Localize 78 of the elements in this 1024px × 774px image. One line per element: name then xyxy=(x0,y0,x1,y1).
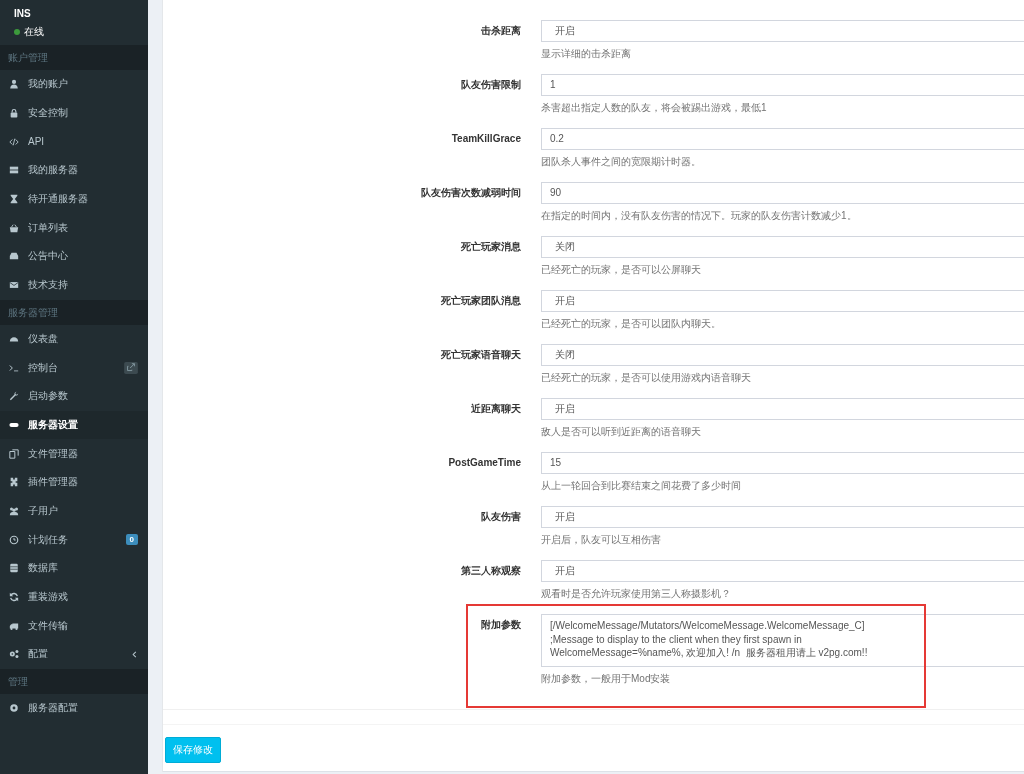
field-hint: 已经死亡的玩家，是否可以使用游戏内语音聊天 xyxy=(541,371,752,385)
field-hint: 团队杀人事件之间的宽限期计时器。 xyxy=(541,155,702,169)
select-field[interactable]: 开启 xyxy=(541,560,1024,582)
user-icon xyxy=(9,79,19,90)
sidebar-item[interactable]: 仪表盘 xyxy=(0,324,148,354)
sidebar-item[interactable]: 重装游戏 xyxy=(0,582,148,612)
sidebar-item[interactable]: 子用户 xyxy=(0,496,148,526)
count-badge: 0 xyxy=(125,534,138,546)
refresh-icon xyxy=(9,592,19,603)
input-field[interactable]: 90 xyxy=(541,182,1024,204)
user-name: INS xyxy=(14,8,32,20)
field-hint: 杀害超出指定人数的队友，将会被踢出游戏，最低1 xyxy=(541,101,768,115)
sidebar-section-header: 服务器管理 xyxy=(0,299,148,325)
field-label: 第三人称观察 xyxy=(460,564,522,578)
sidebar-item[interactable]: 订单列表 xyxy=(0,213,148,243)
field-hint: 已经死亡的玩家，是否可以团队内聊天。 xyxy=(541,317,722,331)
select-field[interactable]: 关闭 xyxy=(541,344,1024,366)
select-field[interactable]: 开启 xyxy=(541,20,1024,42)
sidebar-section-header: 管理 xyxy=(0,668,148,694)
sidebar-item[interactable]: 技术支持 xyxy=(0,270,148,300)
envelope-icon xyxy=(9,280,19,291)
code-icon xyxy=(9,136,19,147)
field-label: 附加参数 xyxy=(480,618,522,632)
sidebar-item[interactable]: 服务器配置 xyxy=(0,693,148,723)
database-icon xyxy=(9,563,19,574)
sidebar-item[interactable]: 控制台 xyxy=(0,353,148,382)
field-label: PostGameTime xyxy=(447,456,522,470)
field-label: TeamKillGrace xyxy=(450,132,522,146)
sidebar-item[interactable]: 数据库 xyxy=(0,554,148,583)
sidebar-item[interactable]: 文件传输 xyxy=(0,611,148,641)
clock-icon xyxy=(9,534,19,545)
sidebar-item[interactable]: 我的账户 xyxy=(0,70,148,99)
field-hint: 敌人是否可以听到近距离的语音聊天 xyxy=(541,425,702,439)
sidebar-item[interactable]: 计划任务 0 xyxy=(0,525,148,554)
sidebar-item[interactable]: 待开通服务器 xyxy=(0,184,148,214)
field-hint: 观看时是否允许玩家使用第三人称摄影机？ xyxy=(541,587,732,601)
field-hint: 附加参数，一般用于Mod安装 xyxy=(541,672,672,686)
select-field[interactable]: 开启 xyxy=(541,398,1024,420)
field-hint: 已经死亡的玩家，是否可以公屏聊天 xyxy=(541,263,702,277)
hourglass-icon xyxy=(9,194,19,205)
select-field[interactable]: 关闭 xyxy=(541,236,1024,258)
input-field[interactable]: 0.2 xyxy=(541,128,1024,150)
status-text: 在线 xyxy=(24,25,44,39)
sidebar-item[interactable]: API xyxy=(0,127,148,157)
sidebar-item[interactable]: 我的服务器 xyxy=(0,156,148,185)
wrench-icon xyxy=(9,391,19,402)
field-label: 近距离聊天 xyxy=(470,402,522,416)
field-label: 队友伤害 xyxy=(480,510,522,524)
gears-icon xyxy=(9,649,19,660)
select-field[interactable]: 开启 xyxy=(541,506,1024,528)
inbox-icon xyxy=(9,251,19,262)
lock-icon xyxy=(9,108,19,119)
field-label: 死亡玩家消息 xyxy=(460,240,522,254)
sidebar-item[interactable]: 启动参数 xyxy=(0,381,148,411)
field-label: 队友伤害次数减弱时间 xyxy=(420,186,522,200)
select-field[interactable]: 开启 xyxy=(541,290,1024,312)
sidebar-item[interactable]: 服务器设置 xyxy=(0,410,148,440)
sidebar-section-header: 账户管理 xyxy=(0,45,148,70)
input-field[interactable]: 15 xyxy=(541,452,1024,474)
sidebar-item[interactable]: 安全控制 xyxy=(0,98,148,128)
sidebar-item[interactable]: 插件管理器 xyxy=(0,467,148,497)
sidebar-item[interactable]: 文件管理器 xyxy=(0,439,148,468)
basket-icon xyxy=(9,222,19,233)
sidebar-item[interactable]: 公告中心 xyxy=(0,242,148,271)
field-label: 死亡玩家语音聊天 xyxy=(440,348,522,362)
settings-icon xyxy=(9,703,19,714)
field-hint: 开启后，队友可以互相伤害 xyxy=(541,533,662,547)
textarea-field[interactable]: [/WelcomeMessage/Mutators/WelcomeMessage.WelcomeMessage_C] ;Message to display to the client when they first spawn in WelcomeMessage=%name%, 欢迎加入! /n 服务器租用请上 v2pg.com!! xyxy=(541,614,1024,667)
sidebar-item[interactable]: 配置 xyxy=(0,640,148,669)
server-icon xyxy=(9,165,19,176)
field-hint: 显示详细的击杀距离 xyxy=(541,47,632,61)
field-label: 队友伤害限制 xyxy=(460,78,522,92)
copy-icon xyxy=(9,448,19,459)
field-label: 击杀距离 xyxy=(480,24,522,38)
field-hint: 从上一轮回合到比赛结束之间花费了多少时间 xyxy=(541,479,742,493)
input-field[interactable]: 1 xyxy=(541,74,1024,96)
field-label: 死亡玩家团队消息 xyxy=(440,294,522,308)
field-hint: 在指定的时间内，没有队友伤害的情况下。玩家的队友伤害计数减少1。 xyxy=(541,209,858,223)
